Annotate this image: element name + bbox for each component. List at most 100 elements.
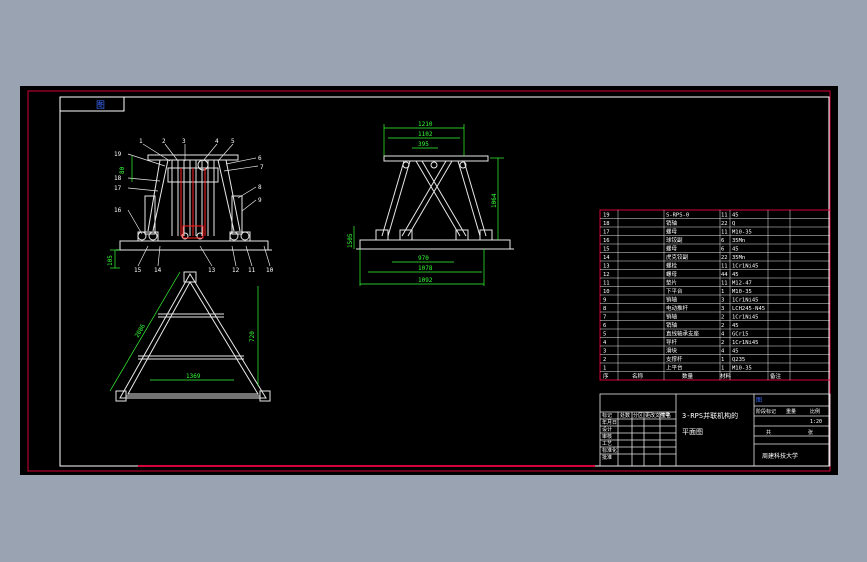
bom-header-cell: 名称	[632, 372, 644, 380]
bom-row-name: 销轴	[666, 313, 678, 321]
tb-header-2: 分区	[633, 412, 643, 419]
side-dim-top-outer: 1210	[418, 121, 433, 128]
bom-row-no: 1	[603, 366, 606, 372]
side-right-leg	[463, 160, 487, 237]
bom-row-name: 上平台	[666, 364, 683, 372]
bom-row-name: 销轴	[666, 321, 678, 329]
tb-row-design: 设计	[602, 426, 612, 433]
front-callout-16: 16	[114, 207, 122, 214]
bom-row-material: M10-35	[732, 289, 752, 295]
bom-row-qty: 3	[721, 306, 724, 312]
bom-row-material: M10-35	[732, 230, 752, 236]
front-view	[116, 154, 272, 251]
front-callout-11: 11	[248, 267, 256, 274]
bom-row-no: 4	[603, 340, 607, 346]
tb-stage-label: 阶段标记	[756, 408, 776, 415]
drawing-title-line1: 3-RPS并联机构的	[682, 411, 738, 420]
tb-sheet-label: 共	[766, 429, 771, 436]
side-dimensions	[353, 124, 504, 286]
bom-row-qty: 2	[721, 323, 724, 329]
bom-row-no: 7	[603, 315, 606, 321]
front-callout-17: 17	[114, 185, 122, 192]
bom-row-material: 1Cr1Ni45	[732, 264, 759, 270]
front-callout-3: 3	[182, 138, 186, 145]
tb-weight-label: 重量	[786, 408, 796, 415]
side-dim-top-inner: 395	[418, 141, 429, 148]
bom-row-name: S-RPS-0	[666, 213, 689, 219]
bom-row-no: 5	[603, 332, 606, 338]
side-dim-labels: 1210 1102 395 1064 1505 970 1078 1092	[347, 121, 498, 284]
bom-row-qty: 1	[721, 357, 724, 363]
bom-row-qty: 6	[721, 247, 724, 253]
bom-row-material: GCr15	[732, 332, 749, 338]
bom-header-cell: 材料	[720, 372, 732, 380]
bom-row-no: 18	[603, 221, 610, 227]
front-callout-6: 6	[258, 155, 262, 162]
side-cross-leg-1	[415, 160, 461, 237]
bom-row-material: 1Cr1Ni45	[732, 315, 759, 321]
side-dim-top-mid: 1102	[418, 131, 433, 138]
bom-table: 19 S-RPS-0 11 4518 销轴 22 Q17 螺母 11 M10-3516 球铰副 6 35…	[599, 209, 831, 381]
side-dim-base-outer: 1092	[418, 277, 433, 284]
front-callout-10: 10	[266, 267, 274, 274]
title-tab-text: 图	[96, 100, 105, 111]
bom-row-material: LCH245-N45	[732, 306, 765, 312]
bom-row-qty: 1	[721, 289, 724, 295]
side-cross-leg-2	[407, 160, 453, 237]
bom-row-qty: 22	[721, 255, 728, 261]
tb-scale-label: 比例	[810, 408, 820, 415]
side-base-platform	[359, 239, 511, 250]
drawing-viewport[interactable]: 图 1 2 3 4 5 19 18 17 16 6 7 8 9 15 14 13…	[20, 86, 838, 475]
bom-row-no: 3	[603, 349, 606, 355]
bom-row-qty: 11	[721, 281, 728, 287]
front-callout-4: 4	[215, 138, 219, 145]
bom-row-qty: 11	[721, 264, 728, 270]
tb-header-0: 标记	[602, 412, 612, 419]
bom-header-cell: 序	[603, 372, 609, 380]
bom-row-qty: 3	[721, 298, 724, 304]
bom-row-material: 45	[732, 323, 739, 329]
bom-row-name: 螺母	[666, 228, 678, 236]
drawing-title-line2: 平面图	[682, 428, 703, 436]
bom-row-name: 螺母	[666, 245, 678, 253]
bom-row-name: 导杆	[666, 338, 678, 346]
bom-row-material: 1Cr1Ni45	[732, 298, 759, 304]
side-top-platform	[383, 155, 489, 162]
bom-row-qty: 44	[721, 272, 728, 278]
bom-row-qty: 2	[721, 315, 724, 321]
bom-row-qty: 6	[721, 238, 724, 244]
bom-row-no: 16	[603, 238, 610, 244]
bom-row-name: 销轴	[666, 219, 678, 227]
bom-header-cell: 数量	[682, 372, 694, 380]
side-dim-base-inner: 970	[418, 255, 429, 262]
bom-row-name: 螺母	[666, 270, 678, 278]
front-dim-base: 105	[107, 255, 114, 266]
tb-sheet-of: 张	[808, 429, 813, 436]
tb-row-standard: 标准化	[602, 447, 617, 454]
bom-row-name: 销轴	[666, 296, 678, 304]
bom-row-material: M10-35	[732, 366, 752, 372]
bom-row-name: 支撑杆	[666, 355, 683, 363]
side-dim-base-left: 1505	[347, 233, 354, 248]
bom-row-name: 螺栓	[666, 262, 678, 270]
bom-row-material: 1Cr1Ni45	[732, 340, 759, 346]
top-dim-bottom: 1369	[186, 373, 201, 380]
bom-row-no: 14	[603, 255, 610, 261]
bom-row-name: 滑块	[666, 347, 678, 355]
bom-row-name: 虎克铰副	[666, 253, 689, 261]
side-dim-height: 1064	[491, 193, 498, 208]
bom-row-name: 下平台	[666, 287, 683, 295]
bom-row-material: 45	[732, 247, 739, 253]
cad-drawing[interactable]: 图 1 2 3 4 5 19 18 17 16 6 7 8 9 15 14 13…	[20, 86, 838, 475]
bom-row-material: 35Mn	[732, 255, 745, 261]
front-callout-14: 14	[154, 267, 162, 274]
tb-material-mark: 图	[756, 397, 762, 404]
bom-row-qty: 11	[721, 213, 728, 219]
title-tab	[59, 96, 125, 112]
tb-row-check: 审核	[602, 433, 612, 440]
tb-header-5: 年月日	[602, 419, 617, 426]
front-dim-top: 80	[119, 166, 126, 174]
front-callout-13: 13	[208, 267, 216, 274]
tb-scale: 1:20	[810, 419, 822, 425]
side-dim-base-mid: 1078	[418, 265, 433, 272]
